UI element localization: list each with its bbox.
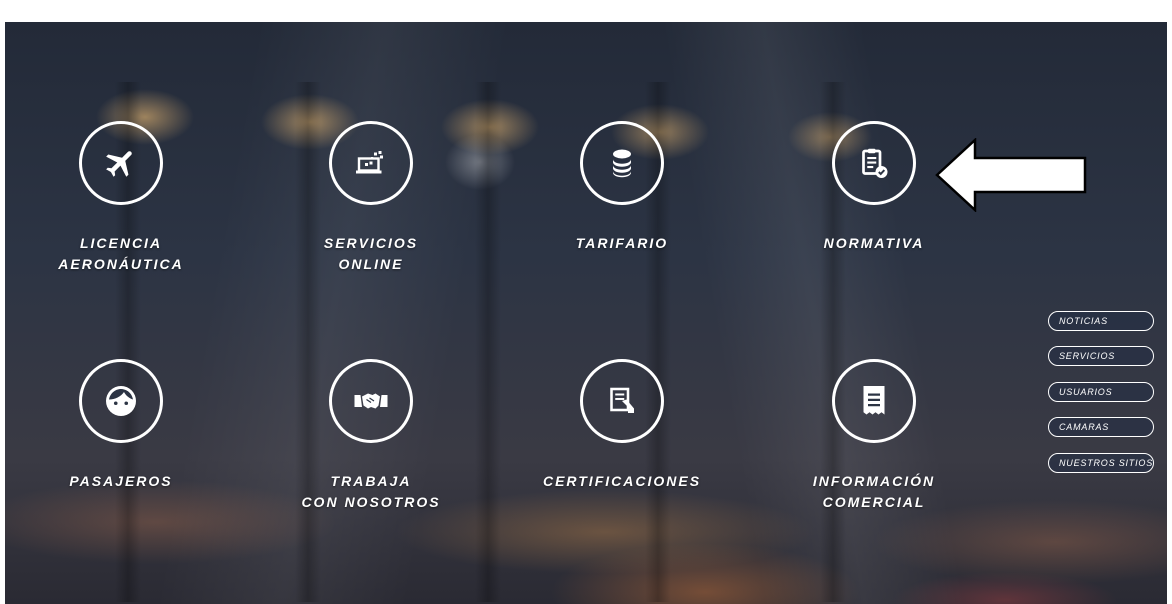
tile-label: INFORMACIÓN COMERCIAL [812, 473, 936, 510]
side-menu-servicios[interactable]: SERVICIOS [1048, 346, 1154, 366]
tile-licencia-aeronautica[interactable]: LICENCIA AERONÁUTICA [31, 121, 211, 275]
tile-label: TRABAJA CON NOSOTROS [301, 473, 441, 510]
tile-informacion-comercial[interactable]: INFORMACIÓN COMERCIAL [784, 359, 964, 513]
receipt-icon [863, 386, 885, 415]
tile-icon-circle [329, 121, 413, 205]
tile-label: PASAJEROS [69, 473, 173, 489]
side-menu-nuestros-sitios[interactable]: NUESTROS SITIOS [1048, 453, 1154, 473]
tile-icon-circle [832, 359, 916, 443]
side-menu-camaras[interactable]: CAMARAS [1048, 417, 1154, 437]
tile-servicios-online[interactable]: SERVICIOS ONLINE [281, 121, 461, 275]
tile-icon-circle [79, 359, 163, 443]
coins-icon [613, 149, 631, 178]
tile-icon-circle [580, 121, 664, 205]
tile-label: SERVICIOS ONLINE [323, 235, 419, 272]
tile-icon-circle [580, 359, 664, 443]
tile-tarifario[interactable]: TARIFARIO [532, 121, 712, 254]
tile-pasajeros[interactable]: PASAJEROS [31, 359, 211, 492]
annotation-arrow-icon [935, 138, 1087, 212]
person-face-icon [106, 386, 136, 416]
tile-label: NORMATIVA [823, 235, 925, 251]
side-menu-noticias[interactable]: NOTICIAS [1048, 311, 1154, 331]
hero-background [5, 22, 1167, 604]
tile-label: LICENCIA AERONÁUTICA [58, 235, 184, 272]
airplane-icon [106, 151, 132, 177]
certificate-icon [610, 387, 634, 413]
clipboard-check-icon [862, 148, 888, 178]
tile-label: CERTIFICACIONES [542, 473, 702, 489]
tile-icon-circle [832, 121, 916, 205]
tile-label: TARIFARIO [575, 235, 669, 251]
laptop-upload-icon [356, 151, 383, 174]
background-pole [475, 82, 501, 602]
handshake-icon [354, 393, 388, 409]
side-menu-usuarios[interactable]: USUARIOS [1048, 382, 1154, 402]
tile-icon-circle [329, 359, 413, 443]
tile-icon-circle [79, 121, 163, 205]
tile-trabaja-con-nosotros[interactable]: TRABAJA CON NOSOTROS [281, 359, 461, 513]
top-bar [0, 0, 1172, 6]
tile-certificaciones[interactable]: CERTIFICACIONES [532, 359, 712, 492]
